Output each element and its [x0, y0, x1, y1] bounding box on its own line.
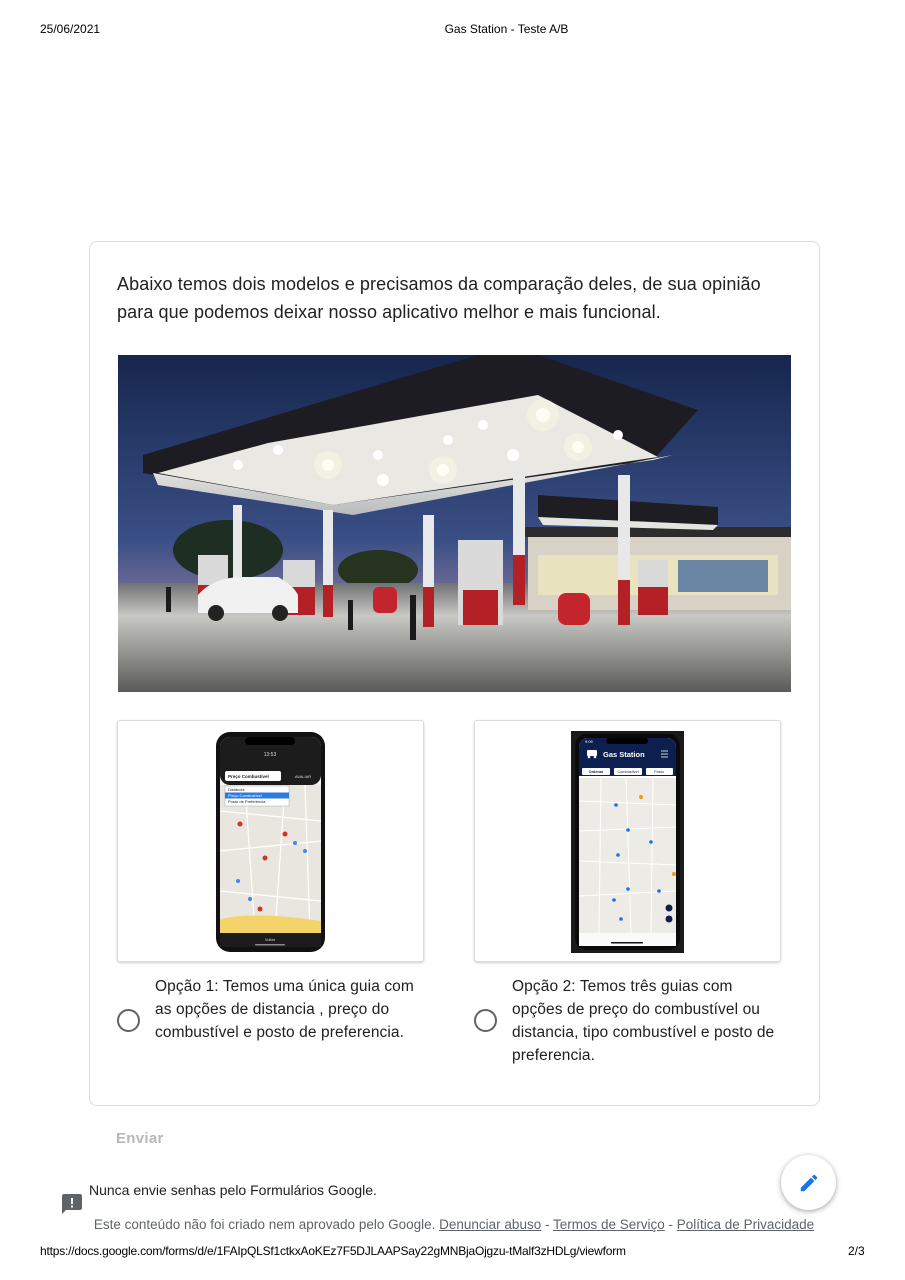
privacy-link[interactable]: Política de Privacidade	[677, 1217, 814, 1232]
print-url: https://docs.google.com/forms/d/e/1FAIpQ…	[40, 1244, 626, 1258]
password-warning: Nunca envie senhas pelo Formulários Goog…	[89, 1182, 377, 1198]
option-1-bottom-button: Voltar	[265, 937, 276, 942]
option-2-label[interactable]: Opção 2: Temos três guias com opções de …	[512, 975, 782, 1067]
option-2-status-time: 9:09	[585, 739, 594, 744]
option-1-phone-mockup: 13:53 Preço Combustível AVALIAR Distânci…	[215, 731, 326, 953]
option-2-radio[interactable]	[474, 1009, 497, 1032]
option-1-image-card: 13:53 Preço Combustível AVALIAR Distânci…	[117, 720, 424, 962]
terms-link[interactable]: Termos de Serviço	[553, 1217, 665, 1232]
option-2-phone-mockup: 9:09 Gas Station Ordenar Combustível Pos…	[571, 731, 684, 953]
gas-station-photo	[118, 355, 791, 692]
pencil-icon	[800, 1174, 817, 1191]
option-1-dropdown-value: Preço Combustível	[228, 774, 269, 779]
option-2-app-title: Gas Station	[603, 750, 645, 759]
print-page-number: 2/3	[848, 1244, 865, 1258]
option-1-menu-item-1: Distância	[228, 787, 245, 792]
gas-station-illustration	[118, 355, 791, 692]
option-1-menu-item-3: Posto de Preferência	[228, 799, 266, 804]
option-1-label[interactable]: Opção 1: Temos uma única guia com as opç…	[155, 975, 425, 1044]
option-1-status-time: 13:53	[264, 752, 277, 758]
report-abuse-link[interactable]: Denunciar abuso	[439, 1217, 541, 1232]
option-2-tab-ordenar: Ordenar	[589, 770, 604, 774]
option-2-tab-combustivel: Combustível	[617, 770, 638, 774]
footer-separator-2: -	[664, 1217, 677, 1232]
option-1-action-label: AVALIAR	[295, 774, 311, 779]
question-text: Abaixo temos dois modelos e precisamos d…	[117, 274, 761, 322]
footer-separator-1: -	[541, 1217, 553, 1232]
option-2-tab-posto: Posto	[654, 770, 664, 774]
option-1-radio[interactable]	[117, 1009, 140, 1032]
edit-response-button[interactable]	[781, 1155, 836, 1210]
option-1-menu-item-2: Preço Combustível	[228, 793, 262, 798]
print-title: Gas Station - Teste A/B	[444, 22, 569, 36]
footer-disclaimer-line: Este conteúdo não foi criado nem aprovad…	[0, 1217, 905, 1232]
option-2-image-card: 9:09 Gas Station Ordenar Combustível Pos…	[474, 720, 781, 962]
feedback-icon[interactable]	[60, 1192, 84, 1216]
footer-disclaimer: Este conteúdo não foi criado nem aprovad…	[93, 1217, 436, 1232]
submit-button[interactable]: Enviar	[116, 1130, 164, 1147]
